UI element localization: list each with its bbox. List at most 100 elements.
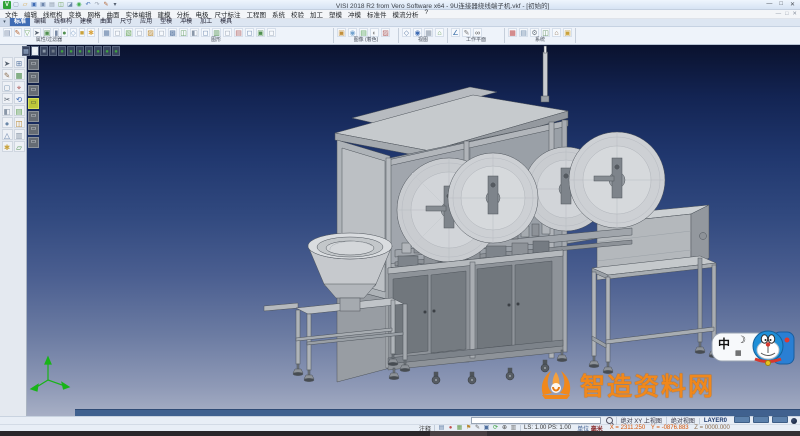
view-indicator[interactable]: 绝对视图 [666,416,699,425]
light-icon[interactable]: ✱ [87,28,95,37]
triangle-icon[interactable]: △ [2,129,13,140]
view-grid-icon[interactable]: ▦ [424,28,433,37]
star-icon[interactable]: ✱ [2,141,13,152]
pencil-icon[interactable]: ✎ [2,69,13,80]
palette-icon[interactable]: ▦ [508,28,517,37]
view-sphere-7-icon[interactable]: ● [112,46,120,56]
tab-3[interactable]: 线框构 [50,18,76,26]
lights-icon[interactable]: ▥ [212,28,221,37]
more-icon[interactable]: ▾ [111,1,119,9]
zoom-window-icon[interactable]: ⊞ [14,57,25,68]
menu-item-17[interactable]: 冲模 [345,9,364,19]
archive-icon[interactable]: ▣ [563,28,572,37]
textures-icon[interactable]: ▤ [234,28,243,37]
view-sphere-1-icon[interactable]: ● [58,46,66,56]
capture-icon[interactable]: ▤ [359,28,368,37]
mdi-minimize-button[interactable]: — [776,11,782,17]
tab-1[interactable]: 标准 [10,18,30,26]
view-slot-a-icon[interactable]: ■ [40,46,48,56]
antialias-icon[interactable]: ◻ [267,28,276,37]
grid-icon[interactable]: ▦ [14,69,25,80]
open-file-icon[interactable]: ▱ [21,1,29,9]
menu-item-20[interactable]: ? [422,9,432,19]
tab-7[interactable]: 应用 [136,18,156,26]
sphere-icon[interactable]: ● [2,117,13,128]
scissors-icon[interactable]: ✂ [2,93,13,104]
view-sphere-4-icon[interactable]: ● [85,46,93,56]
normals-icon[interactable]: ◫ [179,28,188,37]
snapshot-icon[interactable]: ◉ [75,1,83,9]
sphere-filter-icon[interactable]: ● [61,28,67,37]
ime-fullhalf-icon[interactable]: ☽ [737,335,746,346]
layer-slot-7-button[interactable]: ▭ [28,137,39,148]
window-icon[interactable]: ◫ [14,117,25,128]
menu-item-18[interactable]: 标准件 [364,9,390,19]
layer-slot-5-button[interactable]: ▭ [28,111,39,122]
brush-icon[interactable]: ✎ [102,1,110,9]
layer-slot-1-button[interactable]: ▭ [28,59,39,70]
layer-indicator[interactable]: LAYER0 [699,418,731,424]
tab-9[interactable]: 冲模 [176,18,196,26]
print-icon[interactable]: ▤ [48,1,56,9]
rotate-icon[interactable]: ⟲ [14,93,25,104]
ime-mode-indicator[interactable]: 中 [718,335,730,352]
view-sphere-6-icon[interactable]: ● [103,46,111,56]
view-sphere-5-icon[interactable]: ● [94,46,102,56]
select-arrow-icon[interactable]: ➤ [2,57,13,68]
import-icon[interactable]: ◫ [57,1,65,9]
home-view-icon[interactable]: ⌂ [435,28,444,37]
layers-icon[interactable]: ▤ [3,28,12,37]
workplane-lock-icon[interactable]: ∞ [473,28,482,37]
transparency-icon[interactable]: ▩ [168,28,177,37]
faces-icon[interactable]: ◻ [157,28,166,37]
visi-logo-icon[interactable]: V [3,1,11,9]
hidden-line-icon[interactable]: ▧ [124,28,133,37]
search-icon[interactable] [606,417,613,424]
columns-icon[interactable]: ▥ [14,129,25,140]
layer-slot-4-button[interactable]: ▭ [28,98,39,109]
viewport-3d[interactable]: 智造资料网 [27,45,800,416]
view-grid-icon[interactable]: ▦ [22,46,30,56]
materials-icon[interactable]: ◻ [223,28,232,37]
render-wire-icon[interactable]: ◉ [348,28,357,37]
render-shaded-icon[interactable]: ▣ [337,28,346,37]
points-icon[interactable]: ◻ [135,28,144,37]
wireframe-icon[interactable]: ▦ [102,28,111,37]
solid-filter-icon[interactable]: ▣ [43,28,52,37]
ribbon-dropdown-icon[interactable]: ▾ [0,18,10,26]
select-arrow-icon[interactable]: ➤ [33,28,41,37]
color-swatch-icon[interactable]: ■ [79,28,85,37]
view-white-icon[interactable]: ■ [31,46,39,56]
cylinder-filter-icon[interactable]: ▮ [53,28,59,37]
status-zoom-button-3[interactable] [772,416,788,423]
save-icon[interactable]: ▣ [30,1,38,9]
tab-11[interactable]: 模具 [216,18,236,26]
grid-icon[interactable]: ◧ [190,28,199,37]
redo-icon[interactable]: ↷ [93,1,101,9]
menu-item-13[interactable]: 系统 [269,9,288,19]
workplane-angle-icon[interactable]: ∠ [451,28,460,37]
status-zoom-button-1[interactable] [734,416,750,423]
iso-view-icon[interactable]: ◇ [402,28,411,37]
menu-item-14[interactable]: 校验 [288,9,307,19]
calculator-icon[interactable]: ▤ [519,28,528,37]
menu-item-16[interactable]: 塑模 [326,9,345,19]
ime-toolbar[interactable]: 中 ☽ ▦ [711,326,797,368]
export-icon[interactable]: ◪ [66,1,74,9]
menu-item-12[interactable]: 工程图 [244,9,270,19]
shadows-icon[interactable]: ◻ [245,28,254,37]
close-button[interactable]: ✕ [790,1,795,8]
maximize-button[interactable]: □ [779,1,783,8]
target-icon[interactable]: ⌖ [14,81,25,92]
tab-5[interactable]: 曲面 [96,18,116,26]
plane-icon[interactable]: ▱ [14,141,25,152]
shaded-icon[interactable]: ◻ [113,28,122,37]
tab-2[interactable]: 编辑 [30,18,50,26]
mdi-close-button[interactable]: ✕ [792,11,797,17]
tab-10[interactable]: 加工 [196,18,216,26]
ime-keyboard-icon[interactable]: ▦ [735,349,742,357]
plane-filter-icon[interactable]: ◇ [70,28,77,37]
new-file-icon[interactable]: ▢ [12,1,20,9]
view-sphere-3-icon[interactable]: ● [76,46,84,56]
workplane-indicator[interactable]: 绝对 XY 上视图 [616,416,666,425]
